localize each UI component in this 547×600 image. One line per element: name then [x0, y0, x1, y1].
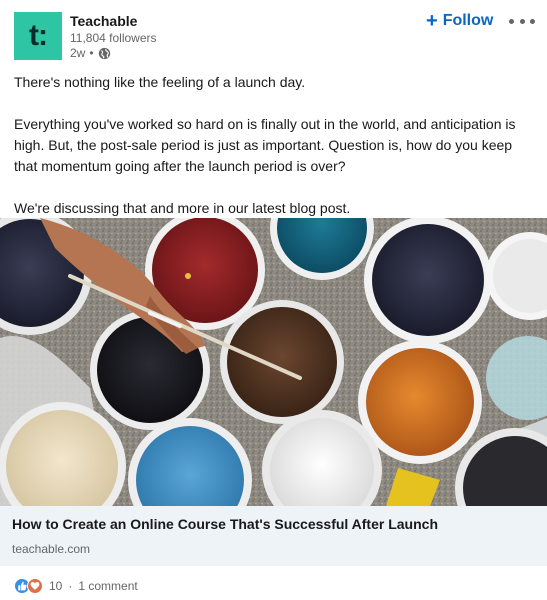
- post-meta: 2w •: [70, 46, 111, 60]
- post-body: There's nothing like the feeling of a la…: [14, 72, 534, 219]
- post-header: t: Teachable 11,804 followers 2w • + Fol…: [0, 0, 547, 68]
- meta-separator: •: [89, 46, 94, 60]
- logo-text: t:: [29, 19, 48, 52]
- author-name[interactable]: Teachable: [70, 13, 137, 29]
- link-title[interactable]: How to Create an Online Course That's Su…: [12, 516, 438, 532]
- comment-count[interactable]: 1 comment: [78, 579, 137, 593]
- follow-button[interactable]: + Follow: [426, 10, 493, 32]
- plus-icon: +: [426, 10, 438, 32]
- globe-icon: [98, 47, 110, 59]
- reaction-count[interactable]: 10: [49, 579, 62, 593]
- link-preview-card[interactable]: How to Create an Online Course That's Su…: [0, 506, 547, 566]
- more-options-icon[interactable]: [509, 10, 535, 32]
- link-domain: teachable.com: [12, 542, 91, 556]
- love-icon: [27, 578, 43, 594]
- post-paragraph: There's nothing like the feeling of a la…: [14, 74, 306, 90]
- follow-label: Follow: [442, 12, 494, 29]
- social-counts[interactable]: 10 · 1 comment: [14, 576, 138, 596]
- post-time: 2w: [70, 46, 86, 60]
- company-logo[interactable]: t:: [14, 12, 62, 60]
- reaction-icons[interactable]: [14, 578, 43, 594]
- social-separator: ·: [68, 579, 73, 593]
- post-paragraph: We're discussing that and more in our la…: [14, 200, 351, 216]
- post-image[interactable]: [0, 218, 547, 506]
- follower-count: 11,804 followers: [70, 31, 157, 45]
- post-paragraph: Everything you've worked so hard on is f…: [14, 116, 516, 174]
- paint-cans-photo: [0, 218, 547, 506]
